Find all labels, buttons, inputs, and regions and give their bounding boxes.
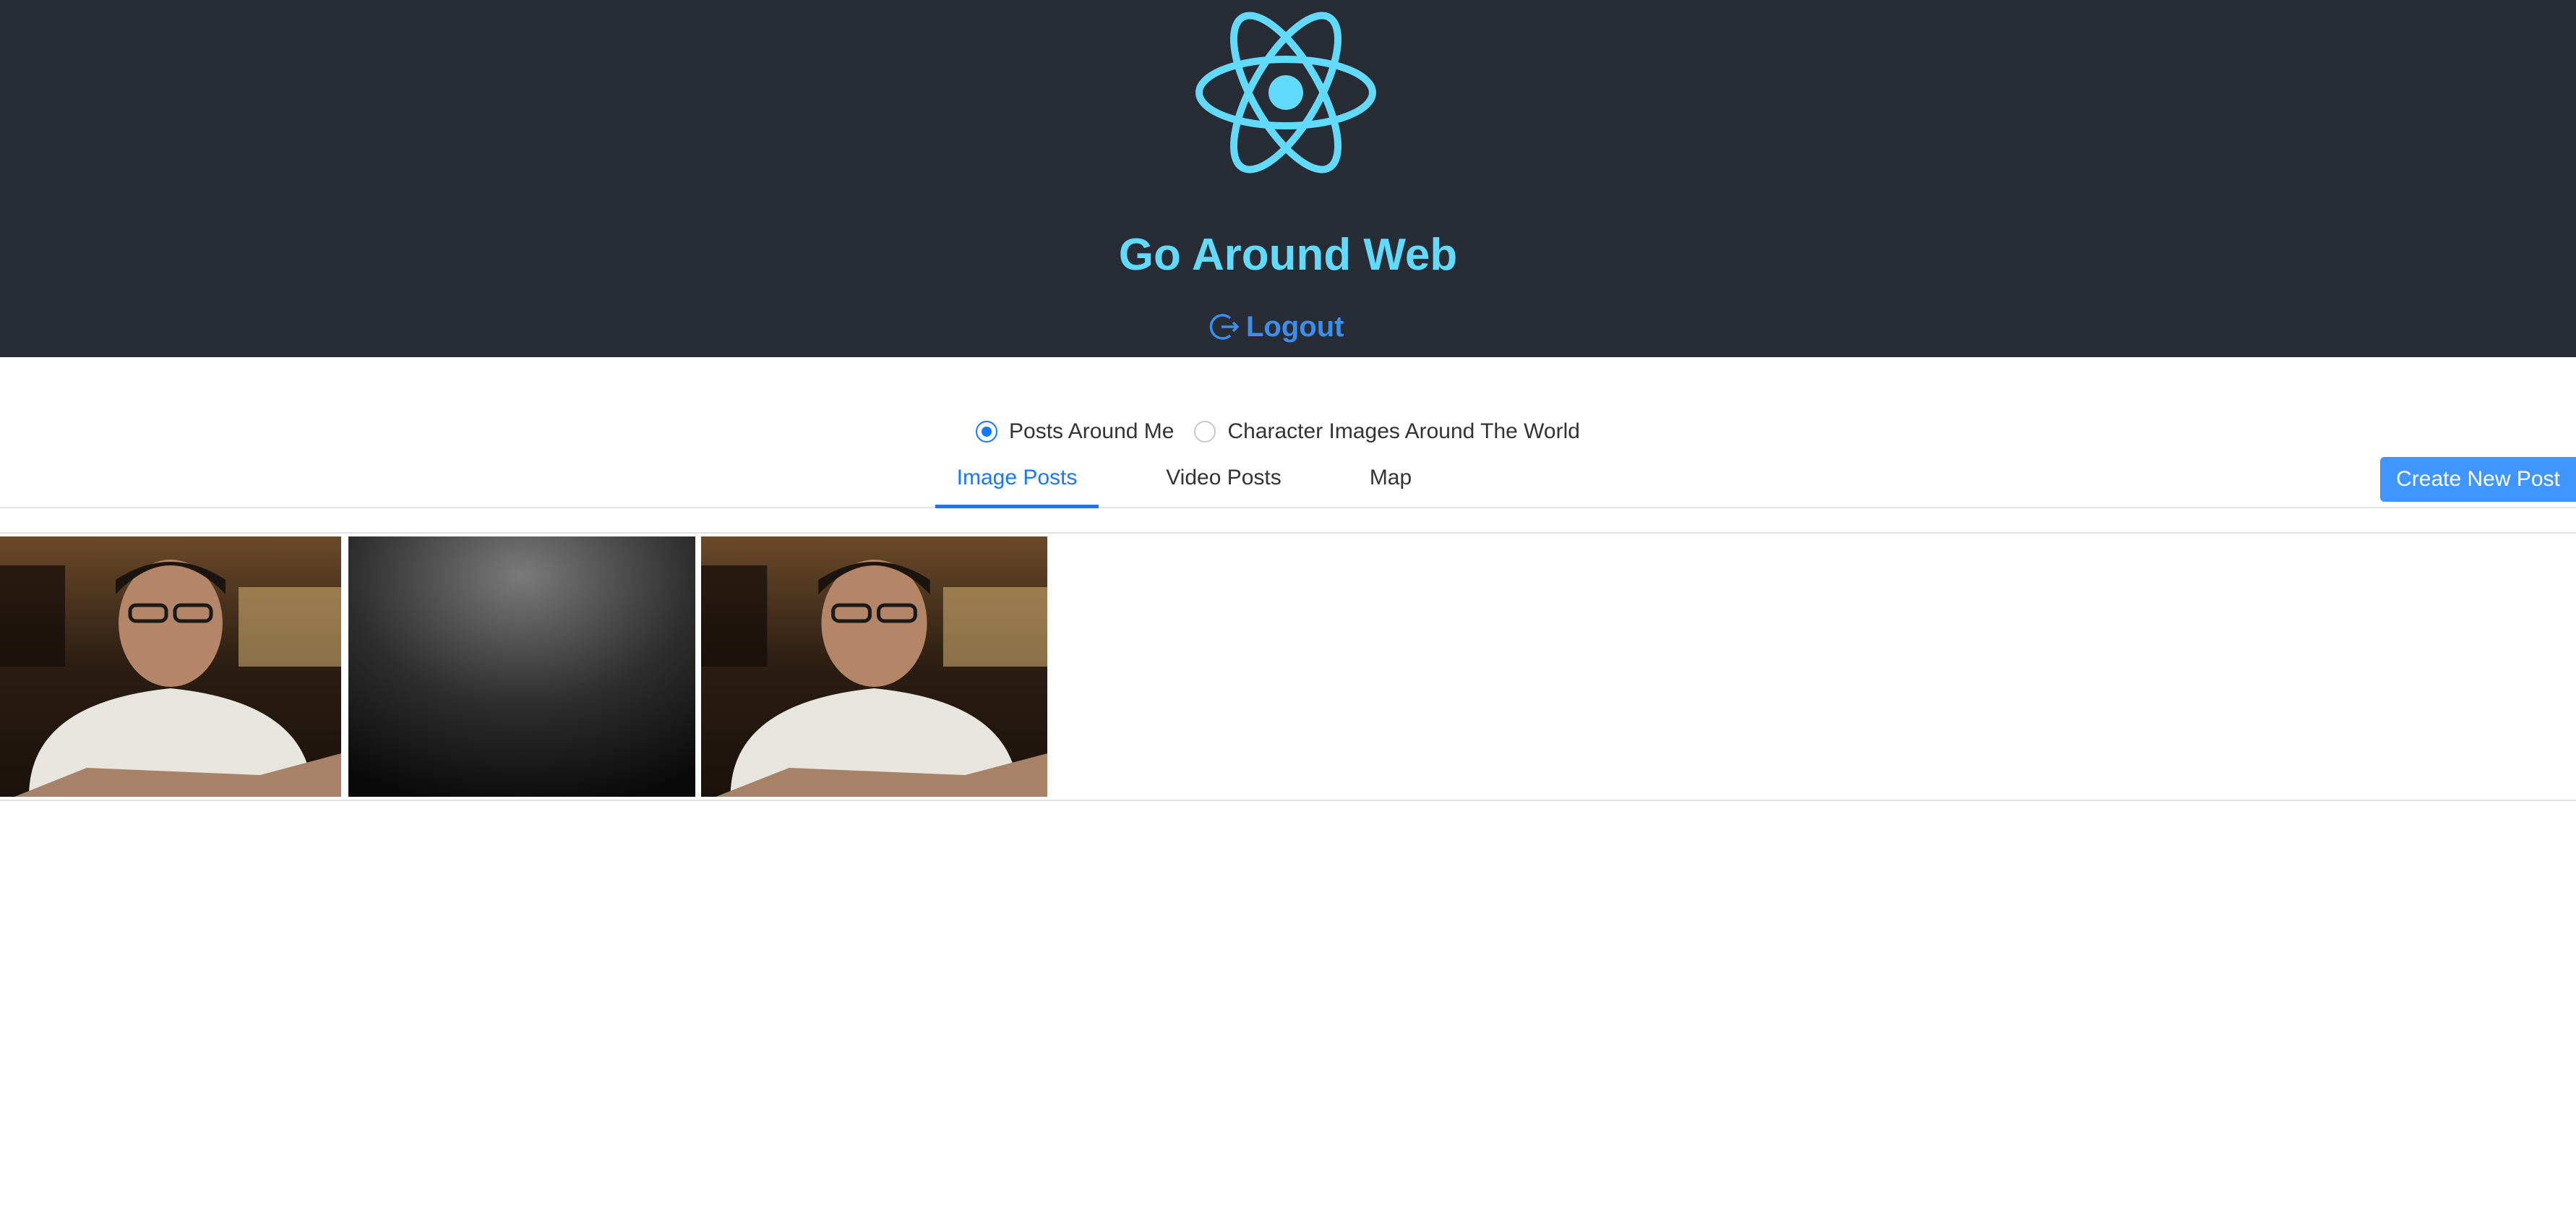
logout-label: Logout xyxy=(1246,310,1344,343)
logout-link[interactable]: Logout xyxy=(1208,304,1344,350)
gallery-divider-top xyxy=(0,532,2576,534)
radio-label: Character Images Around The World xyxy=(1227,419,1580,443)
react-atom-icon xyxy=(1195,12,1376,174)
person-photo-image xyxy=(0,536,341,797)
active-tab-indicator xyxy=(935,505,1099,508)
tab-map[interactable]: Map xyxy=(1356,460,1425,508)
radio-unchecked-icon[interactable] xyxy=(1194,421,1216,442)
radio-posts-around-me[interactable]: Posts Around Me xyxy=(976,419,1174,444)
app-title: Go Around Web xyxy=(1118,230,1458,280)
create-new-post-button[interactable]: Create New Post xyxy=(2380,457,2576,502)
logout-icon xyxy=(1209,314,1240,340)
tab-video-posts[interactable]: Video Posts xyxy=(1155,460,1292,508)
image-post-thumbnail[interactable] xyxy=(701,536,1047,797)
radio-character-images[interactable]: Character Images Around The World xyxy=(1194,419,1580,444)
radio-label: Posts Around Me xyxy=(1009,419,1175,443)
image-post-thumbnail[interactable] xyxy=(0,536,341,797)
image-post-thumbnail[interactable] xyxy=(348,536,695,797)
tabs-divider xyxy=(0,507,2576,508)
dark-texture-image xyxy=(348,536,695,797)
post-filter-radio-group: Posts Around Me Character Images Around … xyxy=(976,414,1600,450)
person-photo-image xyxy=(701,536,1047,797)
gallery-divider-bottom xyxy=(0,800,2576,801)
tab-image-posts[interactable]: Image Posts xyxy=(935,460,1099,508)
app-header: Go Around Web Logout xyxy=(0,0,2576,357)
radio-checked-icon[interactable] xyxy=(976,421,997,442)
